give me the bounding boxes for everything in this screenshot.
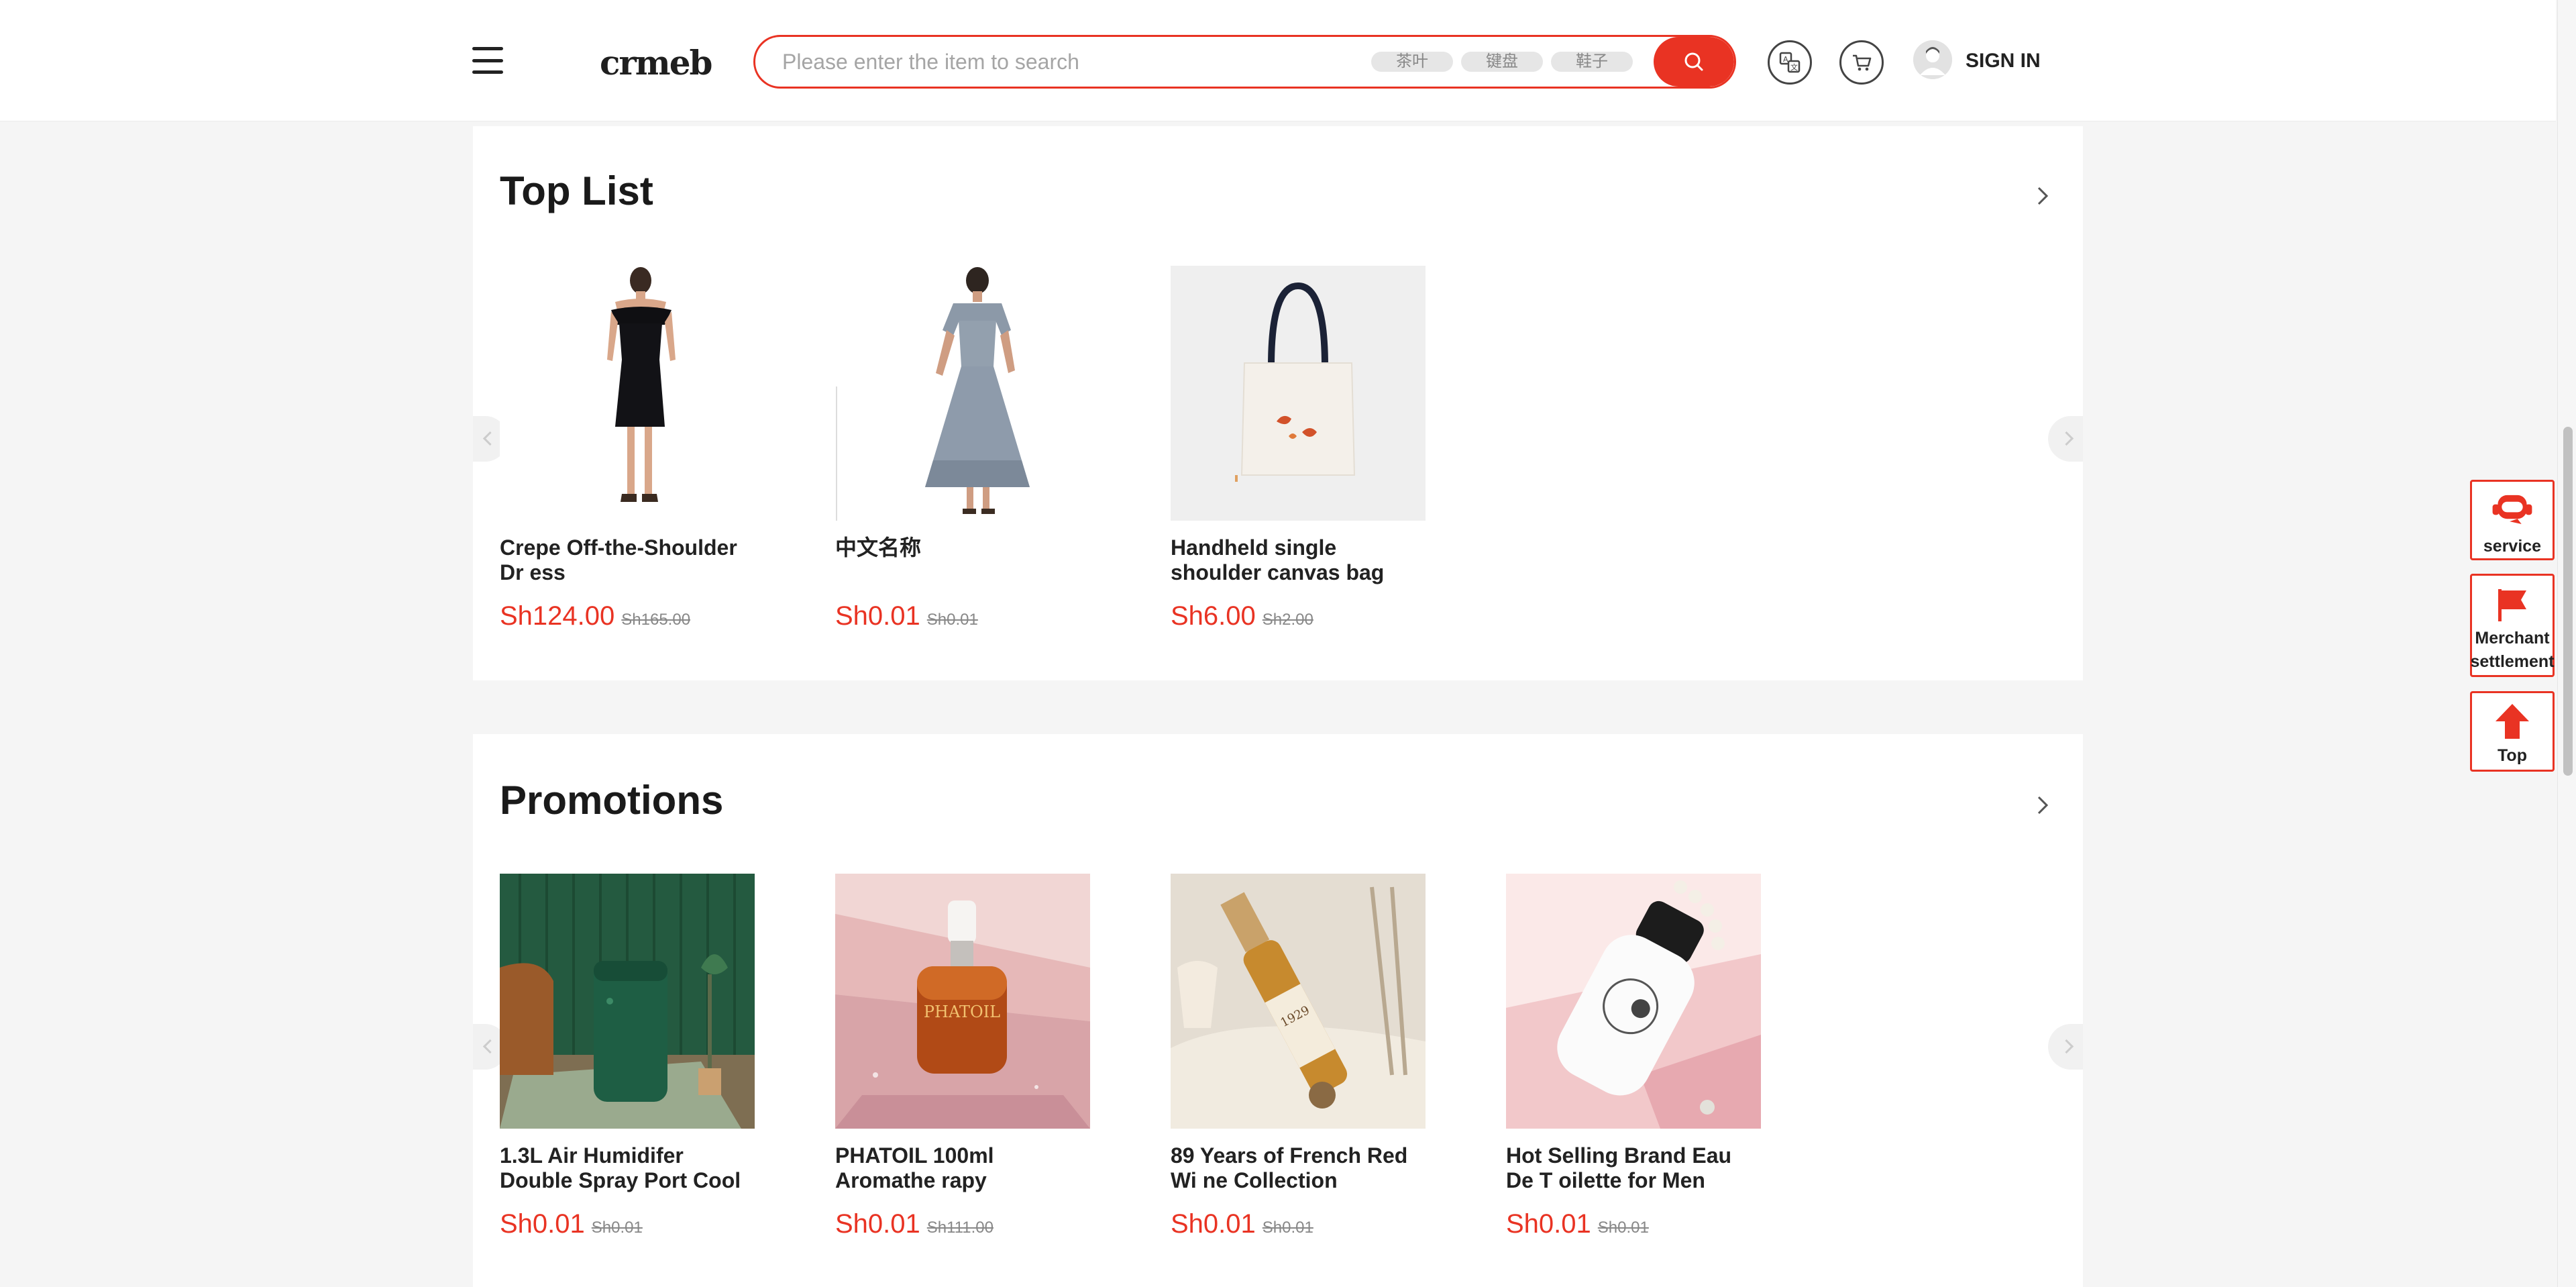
- current-price: Sh0.01: [500, 1209, 585, 1239]
- current-price: Sh6.00: [1171, 601, 1256, 631]
- product-price: Sh124.00 Sh165.00: [500, 601, 755, 631]
- chevron-right-icon[interactable]: [2032, 792, 2052, 819]
- site-header: crmeb 茶叶 键盘 鞋子 A 文: [0, 0, 2556, 121]
- product-name: 1.3L Air Humidifer Double Spray Port Coo…: [500, 1143, 741, 1192]
- settlement-label: settlement: [2470, 652, 2555, 671]
- product-image: [1506, 874, 1761, 1129]
- user-avatar[interactable]: [1913, 40, 1952, 79]
- product-name: Handheld single shoulder canvas bag: [1171, 535, 1385, 584]
- svg-text:文: 文: [1790, 62, 1798, 72]
- product-name: 89 Years of French Red Wi ne Collection: [1171, 1143, 1408, 1192]
- product-card[interactable]: PHATOIL PHATOIL 100ml Aromathe rapy Frag…: [835, 874, 1090, 1239]
- hot-keyword-chip[interactable]: 茶叶: [1371, 52, 1453, 72]
- search-input[interactable]: [782, 37, 1426, 87]
- service-label: service: [2483, 537, 2542, 556]
- original-price: Sh165.00: [621, 611, 691, 629]
- top-list-section: Top List Crepe Off-the-Shoulder Dr ess S…: [473, 126, 2083, 680]
- top-label: Top: [2498, 746, 2527, 765]
- original-price: Sh111.00: [926, 1219, 994, 1237]
- translate-icon: A 文: [1779, 52, 1801, 73]
- product-price: Sh6.00 Sh2.00: [1171, 601, 1426, 631]
- product-name: PHATOIL 100ml Aromathe rapy Fragrance: [835, 1143, 994, 1192]
- product-card[interactable]: 1.3L Air Humidifer Double Spray Port Coo…: [500, 874, 755, 1239]
- sign-in-link[interactable]: SIGN IN: [1966, 50, 2041, 72]
- svg-text:PHATOIL: PHATOIL: [924, 1002, 1000, 1021]
- product-price: Sh0.01 Sh111.00: [835, 1209, 1090, 1239]
- product-card[interactable]: 中文名称 Sh0.01 Sh0.01: [835, 266, 1090, 631]
- product-card[interactable]: Hot Selling Brand Eau De T oilette for M…: [1506, 874, 1761, 1239]
- search-button[interactable]: [1654, 37, 1734, 87]
- search-hot-keywords: 茶叶 键盘 鞋子: [1371, 52, 1633, 72]
- section-title: Promotions: [500, 778, 724, 823]
- hot-keyword-chip[interactable]: 鞋子: [1551, 52, 1633, 72]
- product-image: [835, 266, 1090, 521]
- product-image: PHATOIL: [835, 874, 1090, 1129]
- product-name: Crepe Off-the-Shoulder Dr ess: [500, 535, 737, 584]
- search-bar: 茶叶 键盘 鞋子: [753, 35, 1736, 89]
- cart-button[interactable]: [1839, 40, 1884, 85]
- product-card[interactable]: 1929 89 Years of French Red Wi ne Collec…: [1171, 874, 1426, 1239]
- flag-icon: [2498, 589, 2526, 621]
- customer-service-button[interactable]: service: [2470, 480, 2555, 560]
- logo-text: crmeb: [600, 43, 712, 83]
- original-price: Sh2.00: [1262, 611, 1313, 629]
- current-price: Sh0.01: [1506, 1209, 1591, 1239]
- language-switch-button[interactable]: A 文: [1768, 40, 1812, 85]
- product-name: Hot Selling Brand Eau De T oilette for M…: [1506, 1143, 1732, 1192]
- headset-icon: [2492, 495, 2532, 525]
- page-scrollbar[interactable]: [2557, 0, 2576, 1287]
- current-price: Sh0.01: [835, 601, 920, 631]
- hamburger-menu-icon[interactable]: [472, 47, 503, 74]
- product-image: [500, 874, 755, 1129]
- carousel-next-button[interactable]: [2048, 416, 2083, 462]
- original-price: Sh0.01: [591, 1219, 643, 1237]
- product-card[interactable]: Handheld single shoulder canvas bag Sh6.…: [1171, 266, 1426, 631]
- carousel-next-button[interactable]: [2048, 1024, 2083, 1070]
- merchant-settlement-button[interactable]: Merchant settlement: [2470, 574, 2555, 677]
- promotions-section: Promotions 1.3L Air Humidifer Double Spr…: [473, 734, 2083, 1287]
- product-price: Sh0.01 Sh0.01: [1171, 1209, 1426, 1239]
- scrollbar-thumb[interactable]: [2563, 427, 2573, 776]
- product-image: [500, 266, 755, 521]
- current-price: Sh0.01: [835, 1209, 920, 1239]
- hot-keyword-chip[interactable]: 键盘: [1461, 52, 1543, 72]
- cart-icon: [1853, 54, 1872, 71]
- site-logo[interactable]: crmeb: [600, 43, 712, 83]
- product-name: 中文名称: [835, 535, 922, 560]
- original-price: Sh0.01: [1597, 1219, 1649, 1237]
- current-price: Sh124.00: [500, 601, 615, 631]
- section-title: Top List: [500, 168, 653, 213]
- product-price: Sh0.01 Sh0.01: [500, 1209, 755, 1239]
- product-image: [1171, 266, 1426, 521]
- product-card[interactable]: Crepe Off-the-Shoulder Dr ess Sh124.00 Sh…: [500, 266, 755, 631]
- product-price: Sh0.01 Sh0.01: [1506, 1209, 1761, 1239]
- product-image: 1929: [1171, 874, 1426, 1129]
- product-price: Sh0.01 Sh0.01: [835, 601, 1090, 631]
- current-price: Sh0.01: [1171, 1209, 1256, 1239]
- original-price: Sh0.01: [1262, 1219, 1313, 1237]
- arrow-up-icon: [2496, 704, 2529, 739]
- merchant-label: Merchant: [2475, 629, 2550, 648]
- chevron-right-icon[interactable]: [2032, 183, 2052, 209]
- original-price: Sh0.01: [926, 611, 978, 629]
- svg-text:A: A: [1783, 55, 1788, 64]
- search-icon: [1684, 52, 1703, 71]
- user-avatar-icon: [1913, 40, 1952, 79]
- back-to-top-button[interactable]: Top: [2470, 691, 2555, 772]
